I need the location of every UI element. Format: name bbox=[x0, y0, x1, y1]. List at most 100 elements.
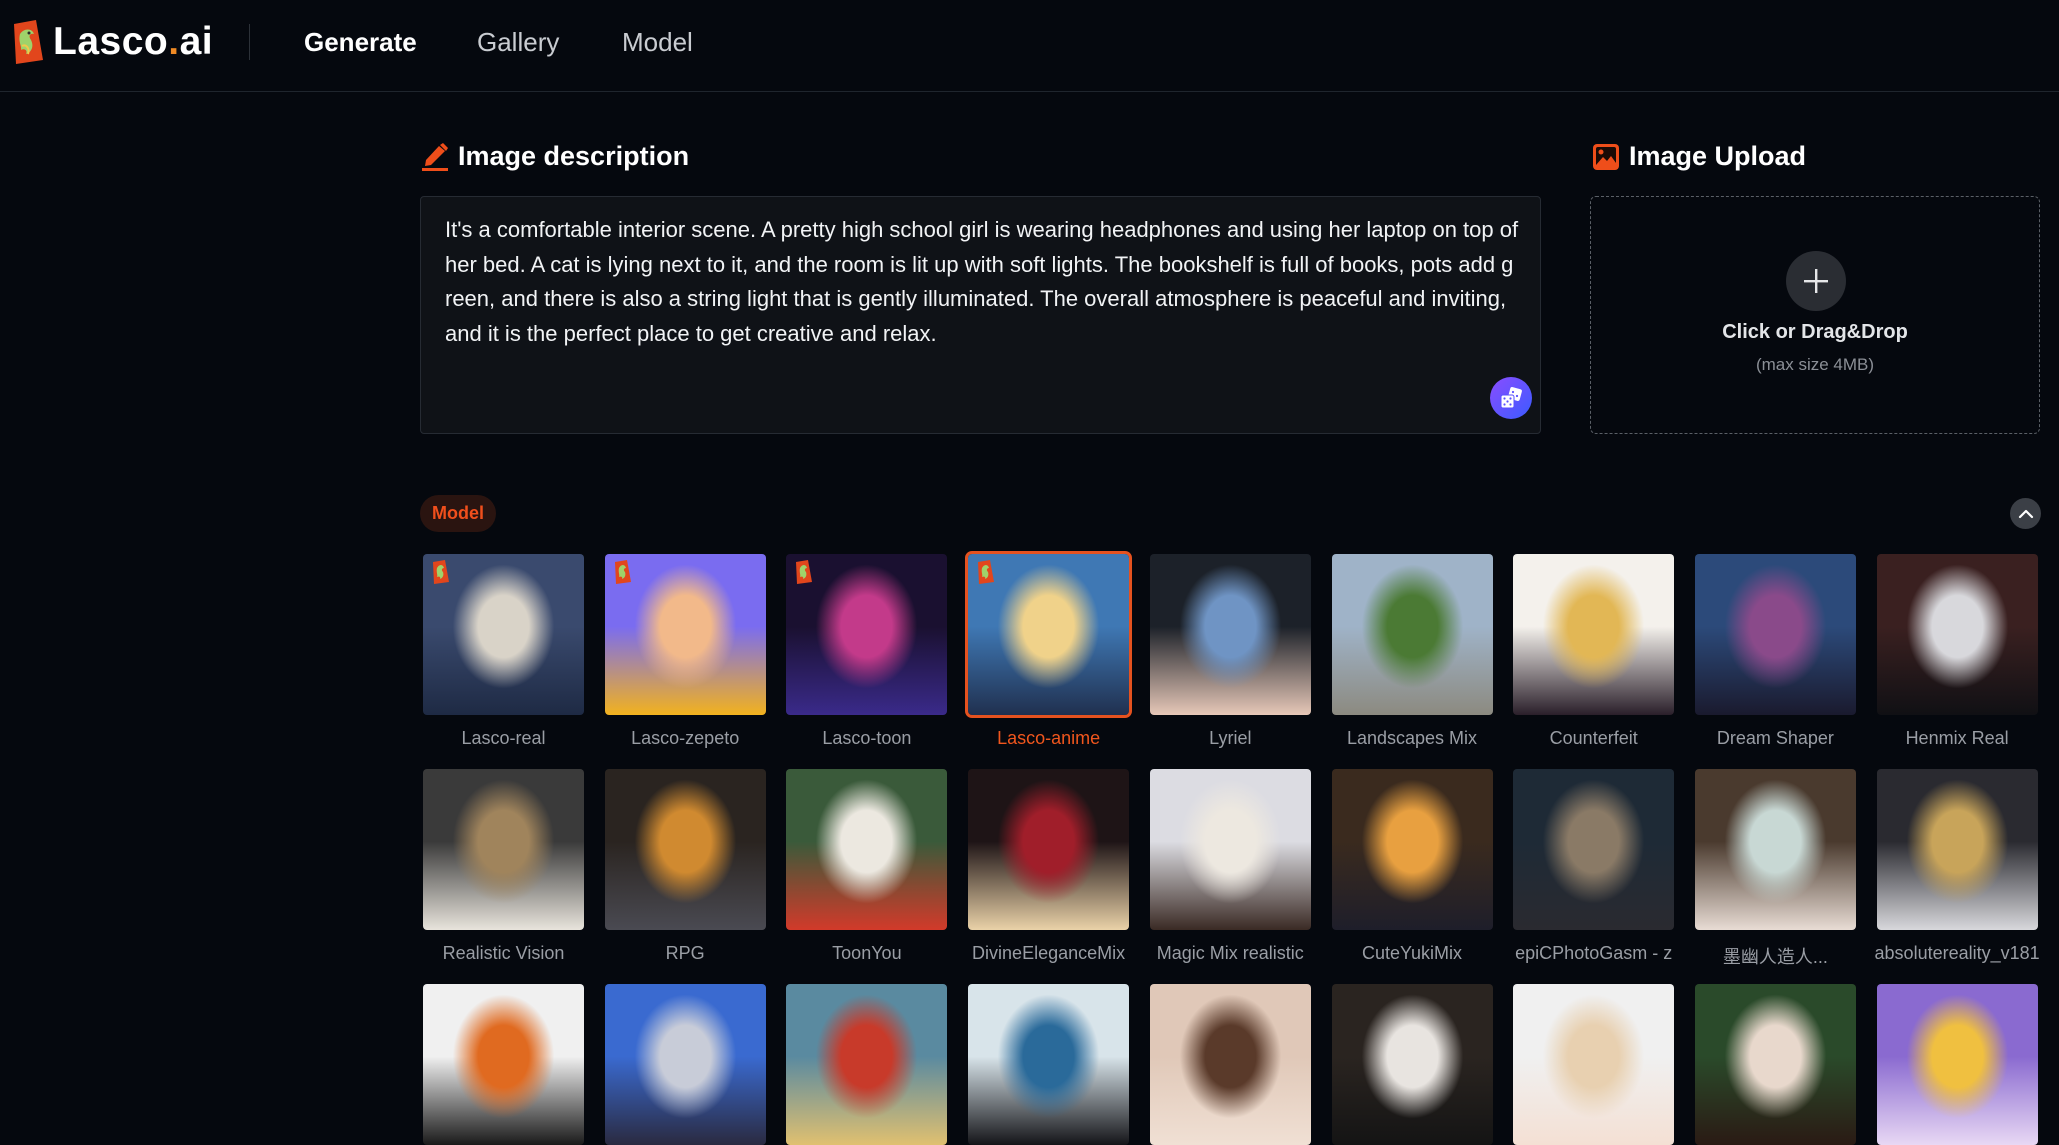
model-thumbnail[interactable] bbox=[1331, 769, 1493, 930]
model-card-label: Counterfeit bbox=[1549, 728, 1638, 748]
model-thumbnail[interactable] bbox=[1694, 769, 1856, 930]
model-card[interactable]: Counterfeit bbox=[1513, 554, 1675, 748]
model-card[interactable]: Henmix Real bbox=[1876, 554, 2038, 748]
model-card-label: Dream Shaper bbox=[1716, 728, 1834, 748]
model-card-label: Lyriel bbox=[1209, 728, 1252, 748]
lasco-badge-icon bbox=[614, 560, 631, 584]
model-card[interactable]: Lyriel bbox=[1149, 554, 1311, 748]
model-card[interactable]: Lasco-toon bbox=[786, 554, 948, 748]
model-thumbnail[interactable] bbox=[1876, 554, 2038, 715]
model-thumbnail[interactable] bbox=[1149, 554, 1311, 715]
model-card-label: ToonYou bbox=[832, 943, 902, 963]
model-card[interactable]: Lasco-anime bbox=[965, 551, 1133, 748]
collapse-models-button[interactable] bbox=[2010, 498, 2041, 529]
model-card[interactable]: ToonYou bbox=[786, 769, 948, 963]
logo[interactable]: Lasco.ai bbox=[10, 20, 213, 64]
model-card-label: Lasco-real bbox=[461, 728, 546, 748]
model-card[interactable]: absolutereality_v181 bbox=[1875, 769, 2040, 963]
model-card[interactable]: Magic Mix realistic bbox=[1149, 769, 1311, 963]
model-thumbnail[interactable] bbox=[423, 984, 584, 1145]
model-thumbnail[interactable] bbox=[1513, 554, 1675, 715]
model-thumbnail[interactable] bbox=[1694, 984, 1856, 1145]
model-thumbnail[interactable] bbox=[423, 554, 584, 715]
model-card-label: 墨幽人造人... bbox=[1722, 947, 1828, 967]
model-thumbnail[interactable] bbox=[604, 984, 766, 1145]
model-card[interactable] bbox=[423, 984, 584, 1145]
model-card[interactable]: Landscapes Mix bbox=[1331, 554, 1493, 748]
model-card-label: epiCPhotoGasm - z bbox=[1515, 943, 1673, 963]
upload-size-limit: (max size 4MB) bbox=[1755, 355, 1875, 374]
model-card[interactable] bbox=[1694, 984, 1856, 1145]
model-card[interactable] bbox=[1876, 984, 2038, 1145]
model-thumbnail[interactable] bbox=[786, 984, 948, 1145]
model-card[interactable] bbox=[968, 984, 1130, 1145]
model-card[interactable]: epiCPhotoGasm - z bbox=[1513, 769, 1675, 963]
model-thumbnail[interactable] bbox=[1149, 984, 1311, 1145]
model-card[interactable]: RPG bbox=[604, 769, 766, 963]
lasco-badge-icon bbox=[796, 560, 813, 584]
model-card[interactable]: Lasco-real bbox=[423, 554, 584, 748]
model-thumbnail[interactable] bbox=[1149, 769, 1311, 930]
dice-icon bbox=[1500, 387, 1522, 409]
lasco-badge-icon bbox=[978, 560, 995, 584]
top-header: Lasco.ai Generate Gallery Model bbox=[0, 0, 2059, 92]
model-thumbnail[interactable] bbox=[1694, 554, 1856, 715]
model-card-label: Henmix Real bbox=[1905, 728, 2009, 748]
model-card-label: DivineEleganceMix bbox=[972, 943, 1126, 963]
lasco-badge-icon bbox=[433, 560, 449, 584]
model-thumbnail[interactable] bbox=[786, 554, 948, 715]
model-thumbnail[interactable] bbox=[1876, 769, 2038, 930]
model-thumbnail[interactable] bbox=[786, 769, 948, 930]
nav-model[interactable]: Model bbox=[622, 24, 693, 60]
model-thumbnail[interactable] bbox=[968, 984, 1130, 1145]
model-thumbnail[interactable] bbox=[604, 554, 766, 715]
header-divider bbox=[249, 24, 250, 60]
image-upload-dropzone[interactable]: Click or Drag&Drop (max size 4MB) bbox=[1590, 196, 2040, 434]
description-textarea[interactable]: It's a comfortable interior scene. A pre… bbox=[420, 196, 1541, 434]
add-image-button[interactable] bbox=[1786, 251, 1846, 311]
random-prompt-button[interactable] bbox=[1490, 377, 1532, 419]
nav-generate[interactable]: Generate bbox=[304, 24, 417, 60]
model-card[interactable] bbox=[1513, 984, 1675, 1145]
pencil-icon bbox=[422, 142, 448, 171]
model-thumbnail[interactable] bbox=[604, 769, 766, 930]
model-card[interactable] bbox=[604, 984, 766, 1145]
model-thumbnail[interactable] bbox=[1876, 984, 2038, 1145]
model-card[interactable] bbox=[786, 984, 948, 1145]
model-card-label: Lasco-toon bbox=[822, 728, 912, 748]
model-card[interactable]: DivineEleganceMix bbox=[968, 769, 1130, 963]
model-thumbnail[interactable] bbox=[965, 551, 1133, 718]
model-card-label: Lasco-zepeto bbox=[631, 728, 740, 748]
upload-prompt: Click or Drag&Drop bbox=[1722, 321, 1908, 343]
image-icon bbox=[1593, 143, 1619, 170]
model-card-label: CuteYukiMix bbox=[1361, 943, 1463, 963]
model-card[interactable]: 墨幽人造人... bbox=[1694, 769, 1856, 967]
model-card[interactable]: Lasco-zepeto bbox=[604, 554, 766, 748]
model-card-label: Realistic Vision bbox=[442, 943, 565, 963]
model-thumbnail[interactable] bbox=[1513, 984, 1675, 1145]
plus-icon bbox=[1804, 269, 1828, 293]
nav-gallery[interactable]: Gallery bbox=[477, 24, 559, 60]
model-thumbnail[interactable] bbox=[1331, 554, 1493, 715]
model-thumbnail[interactable] bbox=[423, 769, 584, 930]
chevron-up-icon bbox=[2018, 509, 2033, 518]
model-card[interactable]: CuteYukiMix bbox=[1331, 769, 1493, 963]
description-text[interactable]: It's a comfortable interior scene. A pre… bbox=[445, 213, 1520, 351]
model-thumbnail[interactable] bbox=[1513, 769, 1675, 930]
model-card-label: RPG bbox=[665, 943, 705, 963]
model-card[interactable]: Dream Shaper bbox=[1694, 554, 1856, 748]
lasco-logo-icon bbox=[14, 20, 43, 64]
model-card-label: Landscapes Mix bbox=[1346, 728, 1478, 748]
model-card-label: Lasco-anime bbox=[997, 728, 1101, 748]
model-card[interactable] bbox=[1331, 984, 1493, 1145]
model-thumbnail[interactable] bbox=[968, 769, 1130, 930]
model-thumbnail[interactable] bbox=[1331, 984, 1493, 1145]
model-card-label: Magic Mix realistic bbox=[1156, 943, 1304, 963]
upload-heading: Image Upload bbox=[1592, 141, 1806, 172]
description-heading: Image description bbox=[421, 141, 689, 172]
model-card-label: absolutereality_v181 bbox=[1874, 943, 2040, 963]
upload-title: Image Upload bbox=[1629, 141, 1807, 171]
model-card[interactable]: Realistic Vision bbox=[423, 769, 584, 963]
model-card[interactable] bbox=[1149, 984, 1311, 1145]
logo-text: Lasco.ai bbox=[53, 20, 214, 63]
